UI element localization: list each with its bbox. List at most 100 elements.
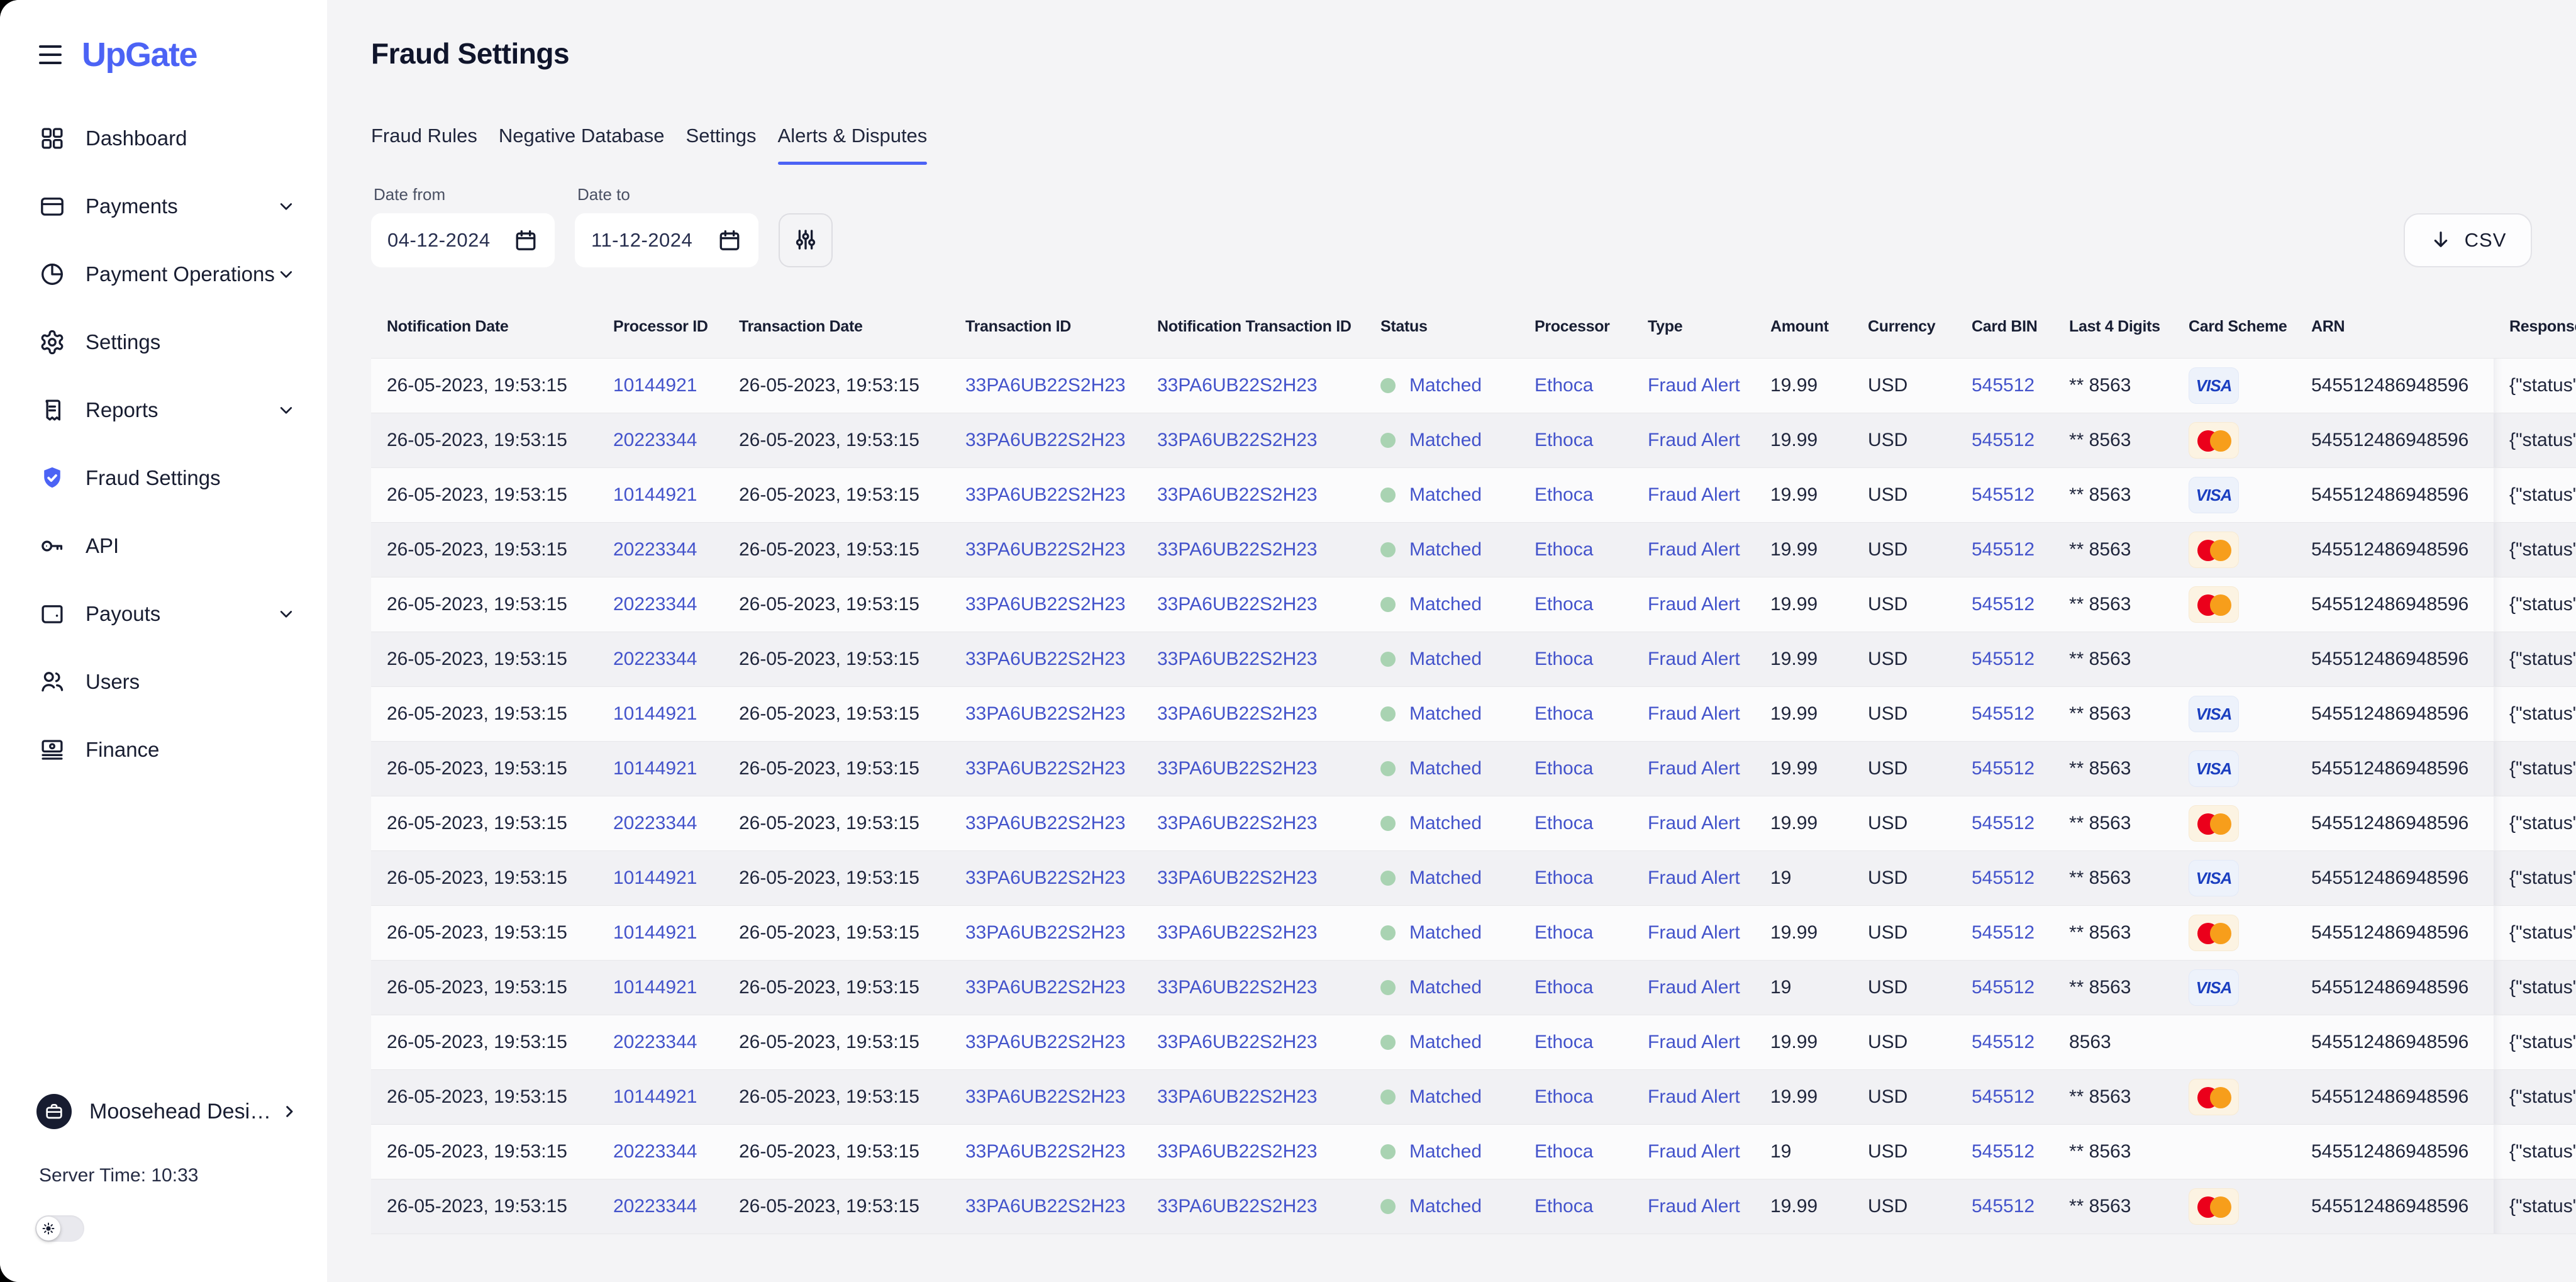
- processor-link[interactable]: Ethoca: [1535, 758, 1593, 779]
- status-link[interactable]: Matched: [1409, 430, 1482, 451]
- card-bin-link[interactable]: 545512: [1972, 649, 2035, 670]
- notification-transaction-id-link[interactable]: 33PA6UB22S2H23: [1157, 703, 1318, 725]
- date-to-input[interactable]: 11-12-2024: [575, 213, 758, 267]
- processor-id-link[interactable]: 20223344: [613, 430, 697, 451]
- type-link[interactable]: Fraud Alert: [1648, 484, 1740, 506]
- processor-link[interactable]: Ethoca: [1535, 813, 1593, 834]
- notification-transaction-id-link[interactable]: 33PA6UB22S2H23: [1157, 430, 1318, 451]
- processor-id-link[interactable]: 10144921: [613, 703, 697, 725]
- calendar-icon[interactable]: [513, 228, 538, 253]
- card-bin-link[interactable]: 545512: [1972, 1196, 2035, 1217]
- type-link[interactable]: Fraud Alert: [1648, 922, 1740, 944]
- card-bin-link[interactable]: 545512: [1972, 1032, 2035, 1053]
- notification-transaction-id-link[interactable]: 33PA6UB22S2H23: [1157, 375, 1318, 396]
- processor-link[interactable]: Ethoca: [1535, 1141, 1593, 1162]
- processor-link[interactable]: Ethoca: [1535, 484, 1593, 506]
- status-link[interactable]: Matched: [1409, 594, 1482, 615]
- status-link[interactable]: Matched: [1409, 649, 1482, 670]
- tab-alerts-disputes[interactable]: Alerts & Disputes: [778, 125, 928, 165]
- tab-negative-database[interactable]: Negative Database: [499, 125, 665, 165]
- processor-id-link[interactable]: 10144921: [613, 922, 697, 944]
- notification-transaction-id-link[interactable]: 33PA6UB22S2H23: [1157, 977, 1318, 998]
- transaction-id-link[interactable]: 33PA6UB22S2H23: [965, 484, 1126, 506]
- transaction-id-link[interactable]: 33PA6UB22S2H23: [965, 430, 1126, 451]
- date-from-input[interactable]: 04-12-2024: [371, 213, 555, 267]
- status-link[interactable]: Matched: [1409, 977, 1482, 998]
- notification-transaction-id-link[interactable]: 33PA6UB22S2H23: [1157, 1032, 1318, 1053]
- card-bin-link[interactable]: 545512: [1972, 484, 2035, 506]
- type-link[interactable]: Fraud Alert: [1648, 649, 1740, 670]
- status-link[interactable]: Matched: [1409, 922, 1482, 944]
- processor-id-link[interactable]: 20223344: [613, 539, 697, 560]
- processor-id-link[interactable]: 20223344: [613, 649, 697, 670]
- status-link[interactable]: Matched: [1409, 1141, 1482, 1162]
- sidebar-item-payments[interactable]: Payments: [0, 172, 327, 240]
- transaction-id-link[interactable]: 33PA6UB22S2H23: [965, 758, 1126, 779]
- transaction-id-link[interactable]: 33PA6UB22S2H23: [965, 1141, 1126, 1162]
- tab-fraud-rules[interactable]: Fraud Rules: [371, 125, 477, 165]
- type-link[interactable]: Fraud Alert: [1648, 539, 1740, 560]
- notification-transaction-id-link[interactable]: 33PA6UB22S2H23: [1157, 539, 1318, 560]
- card-bin-link[interactable]: 545512: [1972, 813, 2035, 834]
- processor-id-link[interactable]: 10144921: [613, 1086, 697, 1108]
- processor-id-link[interactable]: 10144921: [613, 484, 697, 506]
- processor-link[interactable]: Ethoca: [1535, 1032, 1593, 1053]
- status-link[interactable]: Matched: [1409, 375, 1482, 396]
- type-link[interactable]: Fraud Alert: [1648, 758, 1740, 779]
- transaction-id-link[interactable]: 33PA6UB22S2H23: [965, 1032, 1126, 1053]
- type-link[interactable]: Fraud Alert: [1648, 703, 1740, 725]
- type-link[interactable]: Fraud Alert: [1648, 1196, 1740, 1217]
- status-link[interactable]: Matched: [1409, 758, 1482, 779]
- calendar-icon[interactable]: [717, 228, 742, 253]
- processor-link[interactable]: Ethoca: [1535, 977, 1593, 998]
- processor-link[interactable]: Ethoca: [1535, 594, 1593, 615]
- type-link[interactable]: Fraud Alert: [1648, 1032, 1740, 1053]
- status-link[interactable]: Matched: [1409, 703, 1482, 725]
- status-link[interactable]: Matched: [1409, 1032, 1482, 1053]
- notification-transaction-id-link[interactable]: 33PA6UB22S2H23: [1157, 1196, 1318, 1217]
- notification-transaction-id-link[interactable]: 33PA6UB22S2H23: [1157, 758, 1318, 779]
- processor-id-link[interactable]: 20223344: [613, 1141, 697, 1162]
- transaction-id-link[interactable]: 33PA6UB22S2H23: [965, 539, 1126, 560]
- type-link[interactable]: Fraud Alert: [1648, 1141, 1740, 1162]
- processor-link[interactable]: Ethoca: [1535, 1196, 1593, 1217]
- notification-transaction-id-link[interactable]: 33PA6UB22S2H23: [1157, 649, 1318, 670]
- sidebar-item-fraud-settings[interactable]: Fraud Settings: [0, 444, 327, 512]
- processor-link[interactable]: Ethoca: [1535, 1086, 1593, 1108]
- transaction-id-link[interactable]: 33PA6UB22S2H23: [965, 1086, 1126, 1108]
- sidebar-item-users[interactable]: Users: [0, 648, 327, 716]
- type-link[interactable]: Fraud Alert: [1648, 867, 1740, 889]
- filter-settings-button[interactable]: [779, 213, 833, 267]
- processor-link[interactable]: Ethoca: [1535, 867, 1593, 889]
- type-link[interactable]: Fraud Alert: [1648, 594, 1740, 615]
- sidebar-item-reports[interactable]: Reports: [0, 376, 327, 444]
- card-bin-link[interactable]: 545512: [1972, 867, 2035, 889]
- org-switcher[interactable]: Moosehead Desig...: [36, 1092, 299, 1131]
- processor-id-link[interactable]: 10144921: [613, 867, 697, 889]
- notification-transaction-id-link[interactable]: 33PA6UB22S2H23: [1157, 922, 1318, 944]
- card-bin-link[interactable]: 545512: [1972, 977, 2035, 998]
- tab-settings[interactable]: Settings: [686, 125, 757, 165]
- menu-icon[interactable]: [39, 45, 64, 64]
- type-link[interactable]: Fraud Alert: [1648, 977, 1740, 998]
- status-link[interactable]: Matched: [1409, 867, 1482, 889]
- processor-link[interactable]: Ethoca: [1535, 703, 1593, 725]
- notification-transaction-id-link[interactable]: 33PA6UB22S2H23: [1157, 594, 1318, 615]
- csv-download-button[interactable]: CSV: [2404, 213, 2532, 267]
- card-bin-link[interactable]: 545512: [1972, 539, 2035, 560]
- type-link[interactable]: Fraud Alert: [1648, 375, 1740, 396]
- card-bin-link[interactable]: 545512: [1972, 922, 2035, 944]
- status-link[interactable]: Matched: [1409, 1196, 1482, 1217]
- sidebar-item-dashboard[interactable]: Dashboard: [0, 104, 327, 172]
- notification-transaction-id-link[interactable]: 33PA6UB22S2H23: [1157, 484, 1318, 506]
- type-link[interactable]: Fraud Alert: [1648, 430, 1740, 451]
- status-link[interactable]: Matched: [1409, 813, 1482, 834]
- sidebar-item-settings[interactable]: Settings: [0, 308, 327, 376]
- transaction-id-link[interactable]: 33PA6UB22S2H23: [965, 867, 1126, 889]
- transaction-id-link[interactable]: 33PA6UB22S2H23: [965, 977, 1126, 998]
- theme-toggle[interactable]: [35, 1215, 84, 1242]
- sidebar-item-payment-operations[interactable]: Payment Operations: [0, 240, 327, 308]
- notification-transaction-id-link[interactable]: 33PA6UB22S2H23: [1157, 1086, 1318, 1108]
- transaction-id-link[interactable]: 33PA6UB22S2H23: [965, 375, 1126, 396]
- transaction-id-link[interactable]: 33PA6UB22S2H23: [965, 703, 1126, 725]
